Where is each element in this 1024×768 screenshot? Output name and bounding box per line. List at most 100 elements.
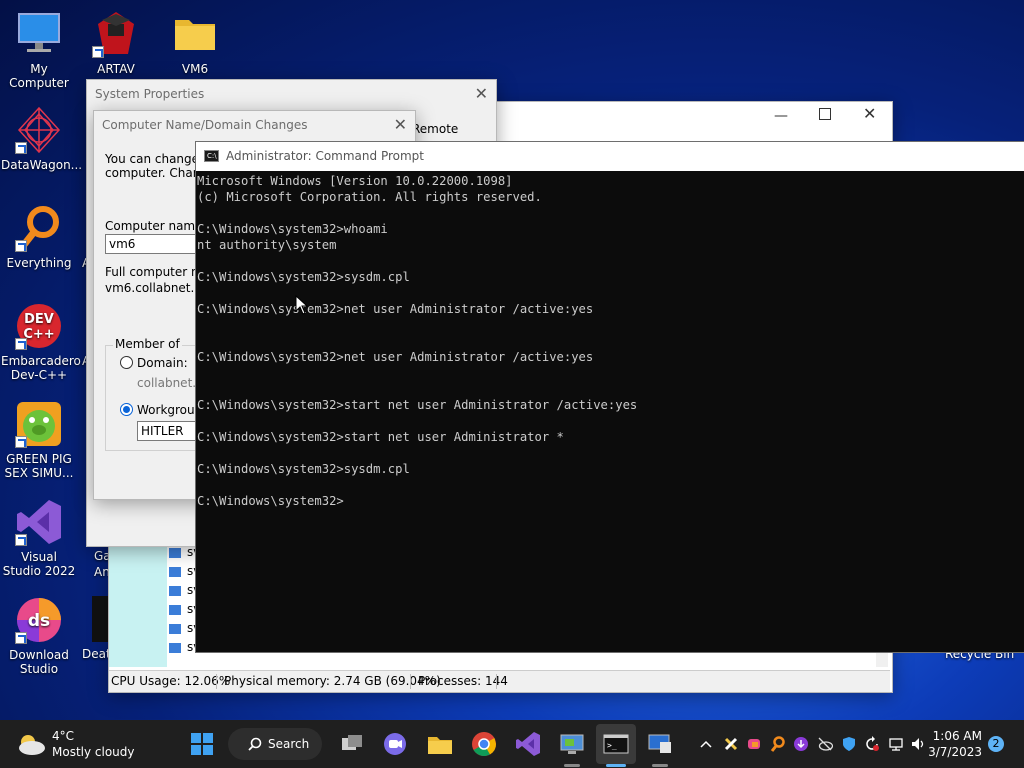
tray-everything-icon[interactable] (770, 736, 786, 752)
command-prompt-window[interactable]: C:\ Administrator: Command Prompt Micros… (195, 141, 1024, 653)
shortcut-arrow-icon (15, 436, 27, 448)
service-icon (169, 547, 181, 558)
desktop-icon-artav[interactable]: ARTAV (78, 10, 154, 76)
devcpp-icon: DEV C++ (15, 302, 63, 350)
security-shield-icon[interactable] (841, 736, 857, 752)
desktop-icon-vm6[interactable]: VM6 (157, 10, 233, 76)
clock-time: 1:06 AM (932, 729, 982, 743)
workgroup-radio[interactable] (120, 403, 133, 416)
cmd-icon: C:\ (204, 150, 219, 162)
onedrive-icon[interactable] (817, 736, 834, 752)
desktop-icon-devcpp[interactable]: DEV C++ Embarcadero Dev-C++ (1, 302, 81, 382)
desktop-icon-visual-studio[interactable]: Visual Studio 2022 (1, 498, 77, 578)
desktop-icon-everything[interactable]: Everything (1, 204, 77, 270)
dialog-title: Computer Name/Domain Changes (102, 118, 308, 132)
desktop-icon-label: Download Studio (9, 648, 69, 676)
mouse-cursor-icon (295, 295, 309, 315)
search-icon (248, 737, 262, 751)
console-line: C:\Windows\system32>whoami (197, 222, 388, 236)
monitor-icon (15, 10, 63, 58)
clock[interactable]: 1:06 AM 3/7/2023 (916, 728, 982, 760)
shortcut-arrow-icon (92, 46, 104, 58)
search-box[interactable]: Search (228, 728, 322, 760)
close-icon[interactable]: ✕ (394, 111, 407, 139)
notification-badge[interactable]: 2 (988, 736, 1004, 752)
shortcut-arrow-icon (15, 534, 27, 546)
tab-remote[interactable]: Remote (412, 120, 472, 138)
task-view-icon[interactable] (338, 730, 366, 758)
console-line: Microsoft Windows [Version 10.0.22000.10… (197, 174, 513, 188)
start-button[interactable] (188, 730, 216, 758)
shortcut-arrow-icon (15, 240, 27, 252)
file-explorer-icon[interactable] (426, 730, 454, 758)
maximize-icon[interactable] (819, 108, 831, 120)
service-icon (169, 585, 181, 596)
tray-app-palette-icon[interactable] (746, 736, 762, 752)
desktop-icon-label: ARTAV (97, 62, 135, 76)
desktop-icon-datawagon[interactable]: DataWagon... (1, 106, 83, 172)
tray-download-icon[interactable] (793, 736, 809, 752)
minimize-icon[interactable]: — (774, 108, 788, 124)
processes-status: Processes: 144 (418, 674, 508, 688)
cloud-icon (19, 735, 45, 755)
close-icon[interactable]: ✕ (863, 104, 876, 123)
console-line: C:\Windows\system32>sysdm.cpl (197, 462, 410, 476)
pig-icon (15, 400, 63, 448)
console-output[interactable]: Microsoft Windows [Version 10.0.22000.10… (196, 171, 1024, 509)
remote-desktop-icon[interactable] (558, 730, 586, 767)
desktop-icon-label: GREEN PIG SEX SIMU... (4, 452, 74, 480)
datawagon-icon (15, 106, 63, 154)
dialog-titlebar[interactable]: Computer Name/Domain Changes ✕ (94, 111, 415, 139)
svg-text:ds: ds (28, 611, 50, 631)
domain-label: Domain: (137, 356, 188, 370)
desktop-icon-label: DataWagon... (1, 158, 83, 172)
svg-text:>_: >_ (607, 741, 617, 750)
close-icon[interactable]: ✕ (475, 80, 488, 108)
cmd-titlebar[interactable]: C:\ Administrator: Command Prompt (196, 142, 1024, 171)
service-icon (169, 604, 181, 615)
system-app-icon[interactable] (646, 730, 674, 767)
visual-studio-taskbar-icon[interactable] (514, 730, 542, 758)
desktop-icon-green-pig[interactable]: GREEN PIG SEX SIMU... (1, 400, 77, 480)
cmd-title: Administrator: Command Prompt (226, 149, 424, 163)
console-line: nt authority\system (197, 238, 337, 252)
console-line: C:\Windows\system32>start net user Admin… (197, 430, 564, 444)
desktop-icon-label: My Computer (9, 62, 69, 90)
desktop-icon-label: Visual Studio 2022 (2, 550, 76, 578)
tray-app-x-icon[interactable] (723, 736, 739, 752)
clock-date: 3/7/2023 (928, 745, 982, 759)
artav-icon (92, 10, 140, 58)
chevron-up-icon[interactable] (698, 736, 714, 752)
search-label: Search (268, 737, 310, 751)
console-line: C:\Windows\system32>net user Administrat… (197, 302, 594, 316)
desktop-icon-download-studio[interactable]: ds Download Studio (1, 596, 77, 676)
system-properties-titlebar[interactable]: System Properties ✕ (87, 80, 496, 108)
memory-status: Physical memory: 2.74 GB (69.04%) (224, 674, 441, 688)
download-studio-icon: ds (15, 596, 63, 644)
desktop-icon-label: Everything (6, 256, 72, 270)
teams-chat-icon[interactable] (381, 730, 409, 758)
chrome-icon[interactable] (470, 730, 498, 758)
desktop-icon-label: VM6 (181, 62, 209, 76)
refresh-alert-icon[interactable] (864, 736, 880, 752)
network-icon[interactable] (888, 736, 904, 752)
service-icon (169, 623, 181, 634)
service-icon (169, 566, 181, 577)
console-line: C:\Windows\system32> (197, 494, 344, 508)
cpu-usage-status: CPU Usage: 12.06% (111, 674, 231, 688)
computer-name-label: Computer name: (105, 219, 207, 233)
weather-widget[interactable]: 4°C Mostly cloudy (14, 728, 154, 760)
domain-radio[interactable] (120, 356, 133, 369)
visual-studio-icon (15, 498, 63, 546)
shortcut-arrow-icon (15, 338, 27, 350)
magnifier-icon (15, 204, 63, 252)
desktop-icon-my-computer[interactable]: My Computer (1, 10, 77, 90)
command-prompt-taskbar-icon[interactable]: >_ (602, 730, 630, 767)
console-line: C:\Windows\system32>start net user Admin… (197, 398, 638, 412)
